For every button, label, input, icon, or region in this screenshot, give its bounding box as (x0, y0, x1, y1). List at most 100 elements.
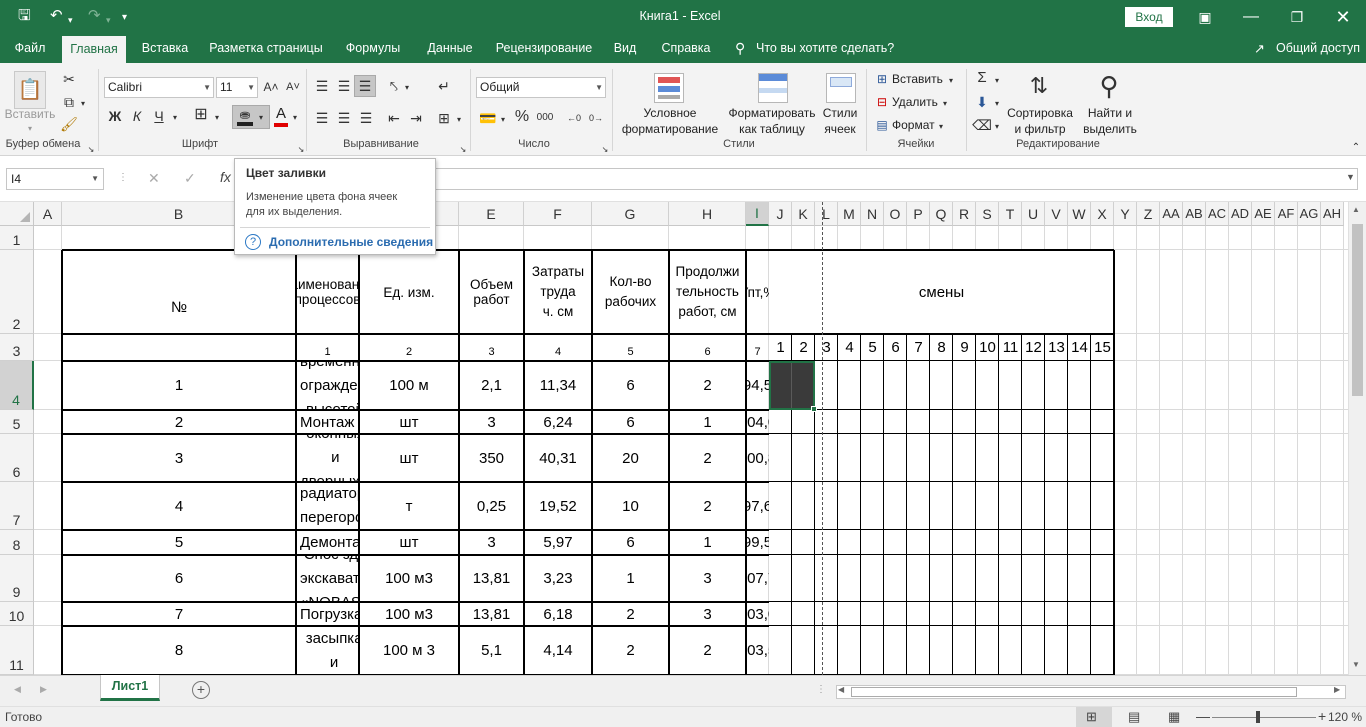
autosum-icon[interactable]: Σ (972, 69, 992, 87)
row-header[interactable]: 8 (0, 530, 34, 555)
cell-workers[interactable]: 6 (592, 361, 669, 410)
column-header[interactable]: O (884, 202, 907, 226)
scroll-left-icon[interactable]: ◀ (838, 685, 844, 694)
column-header[interactable]: M (838, 202, 861, 226)
horizontal-scroll-thumb[interactable] (851, 687, 1297, 697)
paste-icon[interactable]: 📋 (14, 71, 46, 109)
shift-number-cell[interactable]: 3 (815, 334, 838, 361)
undo-icon[interactable]: ↶ (50, 8, 63, 24)
fill-down-icon[interactable]: ⬇ (972, 93, 992, 111)
column-header[interactable]: X (1091, 202, 1114, 226)
zoom-slider-thumb[interactable] (1256, 711, 1260, 723)
tab-review[interactable]: Рецензирование (490, 34, 598, 63)
share-button[interactable]: Общий доступ (1276, 34, 1362, 63)
save-icon[interactable]: 🖫 (18, 8, 31, 24)
find-select-label-1[interactable]: Найти и (1080, 105, 1140, 121)
cell-volume[interactable]: 2,1 (459, 361, 524, 410)
cell-workers[interactable]: 1 (592, 555, 669, 602)
tab-formulas[interactable]: Формулы (336, 34, 410, 63)
zoom-level[interactable]: 120 % (1328, 710, 1362, 724)
tab-insert[interactable]: Вставка (132, 34, 198, 63)
vertical-scroll-thumb[interactable] (1352, 224, 1363, 396)
cell-no[interactable]: 7 (62, 602, 296, 626)
row-header[interactable]: 4 (0, 361, 34, 410)
minimize-icon[interactable]: — (1228, 0, 1274, 34)
cell-unit[interactable]: 100 м 3 (359, 626, 459, 675)
find-select-icon[interactable]: ⚲ (1092, 69, 1126, 103)
sign-in-button[interactable]: Вход (1125, 7, 1173, 27)
header-cell-upt[interactable]: Упт,% (746, 250, 769, 334)
name-box[interactable]: I4 ▼ (6, 168, 104, 190)
numbering-cell[interactable]: 3 (459, 334, 524, 361)
column-header[interactable]: G (592, 202, 669, 226)
scroll-up-icon[interactable]: ▲ (1352, 205, 1360, 214)
row-header[interactable]: 6 (0, 434, 34, 482)
sheet-tab-active[interactable]: Лист1 (100, 675, 160, 701)
delete-dropdown-icon[interactable]: ▾ (940, 95, 950, 113)
cell-unit[interactable]: т (359, 482, 459, 530)
format-as-table-icon[interactable] (758, 73, 788, 103)
numbering-cell[interactable]: 7 (746, 334, 769, 361)
cell-styles-label-1[interactable]: Стили (816, 105, 864, 121)
paste-button-label[interactable]: Вставить (4, 106, 56, 122)
cell-volume[interactable]: 13,81 (459, 555, 524, 602)
row-header[interactable]: 7 (0, 482, 34, 530)
vertical-scrollbar[interactable]: ▲ ▼ (1348, 202, 1366, 675)
format-as-table-label-2[interactable]: как таблицу (730, 121, 814, 137)
cell-upt[interactable]: 100,8 (746, 434, 769, 482)
tab-page-layout[interactable]: Разметка страницы (204, 34, 328, 63)
cell-upt[interactable]: 103,5 (746, 626, 769, 675)
row-header[interactable]: 11 (0, 626, 34, 675)
delete-cells-icon[interactable]: ⊟ (874, 93, 890, 111)
clear-icon[interactable]: ⌫ (972, 116, 992, 134)
cell-workers[interactable]: 20 (592, 434, 669, 482)
column-header[interactable]: Q (930, 202, 953, 226)
cell-styles-icon[interactable] (826, 73, 856, 103)
horizontal-scrollbar[interactable]: ◀ ▶ (836, 685, 1346, 699)
cell-unit[interactable]: 100 м (359, 361, 459, 410)
add-sheet-icon[interactable]: + (192, 681, 210, 699)
merge-dropdown-icon[interactable]: ▾ (454, 111, 464, 129)
cell-duration[interactable]: 2 (669, 626, 746, 675)
format-as-table-label-1[interactable]: Форматировать (724, 105, 820, 121)
column-header[interactable]: K (792, 202, 815, 226)
tab-view[interactable]: Вид (606, 34, 644, 63)
fill-color-dropdown-icon[interactable]: ▾ (256, 109, 266, 127)
font-name-select[interactable]: Calibri ▼ (104, 77, 214, 98)
cell-duration[interactable]: 2 (669, 361, 746, 410)
cell-name[interactable]: Монтаж крышевого крана (296, 410, 359, 434)
column-header[interactable]: AD (1229, 202, 1252, 226)
zoom-in-icon[interactable]: + (1318, 708, 1326, 724)
cell-labor[interactable]: 6,18 (524, 602, 592, 626)
cell-upt[interactable]: 94,5 (746, 361, 769, 410)
cell-volume[interactable]: 3 (459, 530, 524, 555)
cell-unit[interactable]: шт (359, 434, 459, 482)
scroll-down-icon[interactable]: ▼ (1352, 660, 1360, 669)
cell-no[interactable]: 3 (62, 434, 296, 482)
column-header[interactable]: Z (1137, 202, 1160, 226)
column-header[interactable]: L (815, 202, 838, 226)
cell-no[interactable]: 1 (62, 361, 296, 410)
insert-cells-label[interactable]: Вставить (892, 71, 943, 87)
column-header[interactable]: AC (1206, 202, 1229, 226)
format-painter-icon[interactable]: 🖌 (60, 115, 78, 133)
page-layout-icon[interactable]: ▤ (1128, 709, 1140, 725)
cell-name[interactable]: Демонтаж оконных идверных коробок (296, 434, 359, 482)
fill-dropdown-icon[interactable]: ▾ (992, 95, 1002, 113)
grow-font-icon[interactable]: A˄ (262, 78, 280, 96)
cell-duration[interactable]: 3 (669, 602, 746, 626)
header-cell-name[interactable]: Наименование процессов (296, 250, 359, 334)
row-header[interactable]: 5 (0, 410, 34, 434)
shift-number-cell[interactable]: 9 (953, 334, 976, 361)
column-header[interactable]: AB (1183, 202, 1206, 226)
borders-icon[interactable]: ⊞ (192, 106, 210, 124)
undo-dropdown-icon[interactable]: ▾ (68, 12, 73, 28)
column-header[interactable]: H (669, 202, 746, 226)
numbering-cell[interactable]: 5 (592, 334, 669, 361)
autosum-dropdown-icon[interactable]: ▾ (992, 72, 1002, 90)
filled-cells[interactable] (769, 361, 815, 410)
cell-name[interactable]: Разборка радиаторов, перегородок и др. (296, 482, 359, 530)
close-icon[interactable]: ✕ (1320, 0, 1366, 34)
cell-labor[interactable]: 11,34 (524, 361, 592, 410)
conditional-formatting-label-2[interactable]: форматирование (618, 121, 722, 137)
